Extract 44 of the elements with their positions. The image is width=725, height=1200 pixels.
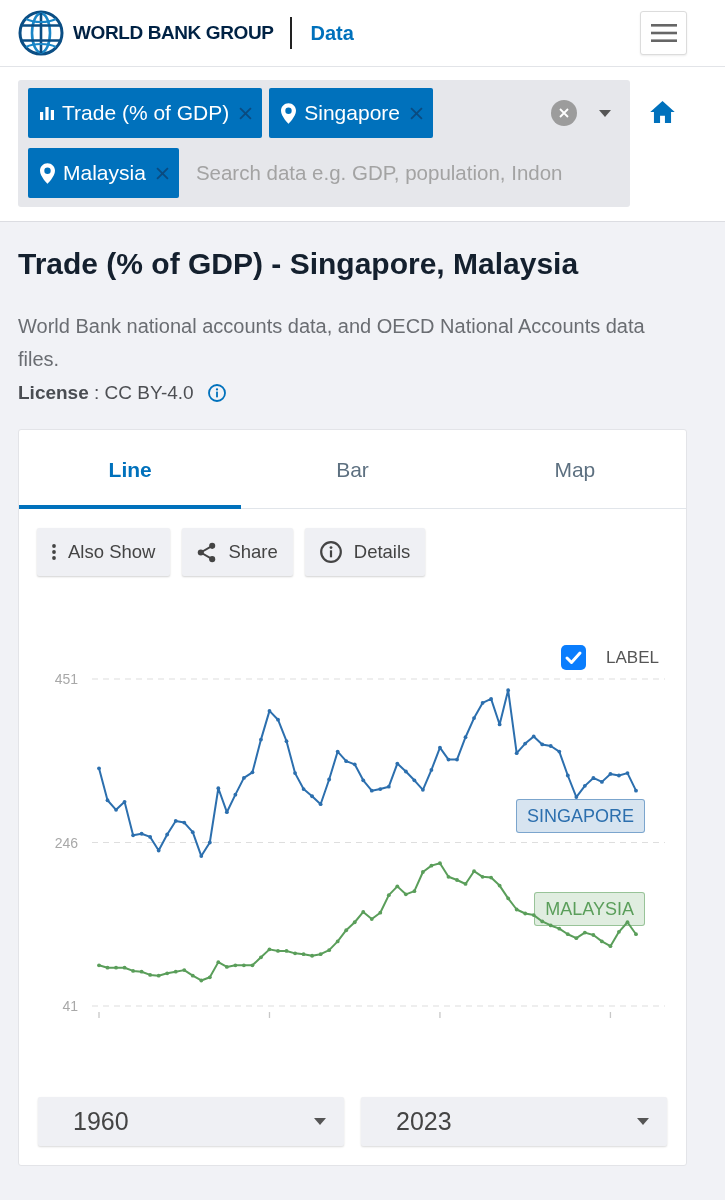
filter-chip[interactable]: Trade (% of GDP) <box>28 88 263 138</box>
license-text: License : CC BY-4.0 <box>18 381 194 405</box>
source-text: World Bank national accounts data, and OECD National Accounts data files. <box>18 314 646 372</box>
tab[interactable]: Bar <box>241 430 464 509</box>
search-input[interactable]: Search data e.g. GDP, population, Indon <box>185 148 630 198</box>
also-show-button[interactable]: Also Show <box>37 528 171 576</box>
location-pin-icon <box>281 102 297 124</box>
details-button[interactable]: Details <box>304 528 426 576</box>
filter-chip[interactable]: Malaysia <box>28 148 179 198</box>
axis-label: 41 <box>62 998 78 1014</box>
menu-icon <box>650 24 677 42</box>
logo-text: WORLD BANK GROUP <box>73 22 274 44</box>
year-dropdown[interactable]: 2023 <box>361 1097 667 1146</box>
axis-label: 246 <box>54 834 78 851</box>
clear-icon[interactable] <box>551 100 577 126</box>
series-label: MALAYSIA <box>534 892 645 927</box>
share-button[interactable]: Share <box>182 528 293 576</box>
tab[interactable]: Map <box>463 430 686 509</box>
tick-mark <box>439 1011 441 1019</box>
info-icon <box>319 541 342 563</box>
search-field[interactable]: Trade (% of GDP) Singapore Malaysia Search data e.g. GDP, population, Indon <box>18 80 630 207</box>
vertical-dots-icon <box>52 544 56 560</box>
tab[interactable]: Line <box>19 430 242 509</box>
checkbox-label: LABEL <box>606 647 659 668</box>
bar-chart-icon <box>40 106 54 120</box>
caret-icon[interactable] <box>637 1118 649 1125</box>
share-icon <box>197 541 217 563</box>
axis-label: 451 <box>54 671 78 687</box>
tick-mark <box>98 1011 100 1019</box>
caret-icon[interactable] <box>314 1118 326 1125</box>
tick-mark <box>268 1011 271 1019</box>
location-pin-icon <box>40 162 55 184</box>
series-label: SINGAPORE <box>515 798 645 833</box>
menu-button[interactable] <box>640 11 687 55</box>
year-dropdown[interactable]: 1960 <box>38 1097 344 1146</box>
tick-mark <box>609 1011 612 1019</box>
filter-chip[interactable]: Singapore <box>269 88 433 138</box>
data-link[interactable]: Data <box>310 21 354 45</box>
globe-icon <box>18 10 64 56</box>
page-title: Trade (% of GDP) - Singapore, Malaysia <box>18 246 580 282</box>
caret-icon[interactable] <box>599 109 611 117</box>
info-icon[interactable] <box>207 383 226 402</box>
home-icon[interactable] <box>650 101 675 123</box>
checkbox[interactable] <box>561 645 587 670</box>
